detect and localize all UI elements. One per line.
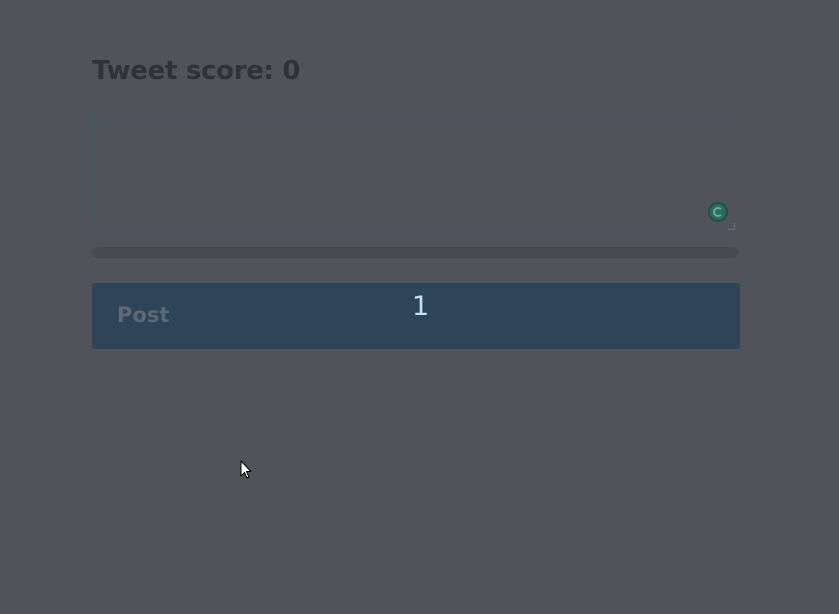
tweet-input-container [92, 115, 738, 233]
character-count: 1 [412, 291, 430, 322]
resize-handle[interactable] [728, 223, 735, 230]
grammar-check-icon[interactable] [708, 202, 728, 222]
post-button-label: Post [117, 303, 170, 327]
tweet-input[interactable] [93, 116, 737, 232]
tweet-scorer-page: Tweet score: 0 Post 1 [0, 0, 839, 614]
mouse-pointer-icon [240, 460, 252, 479]
score-progress-bar [92, 247, 738, 258]
post-button[interactable]: Post 1 [92, 283, 740, 349]
tweet-score-heading: Tweet score: 0 [92, 56, 301, 86]
